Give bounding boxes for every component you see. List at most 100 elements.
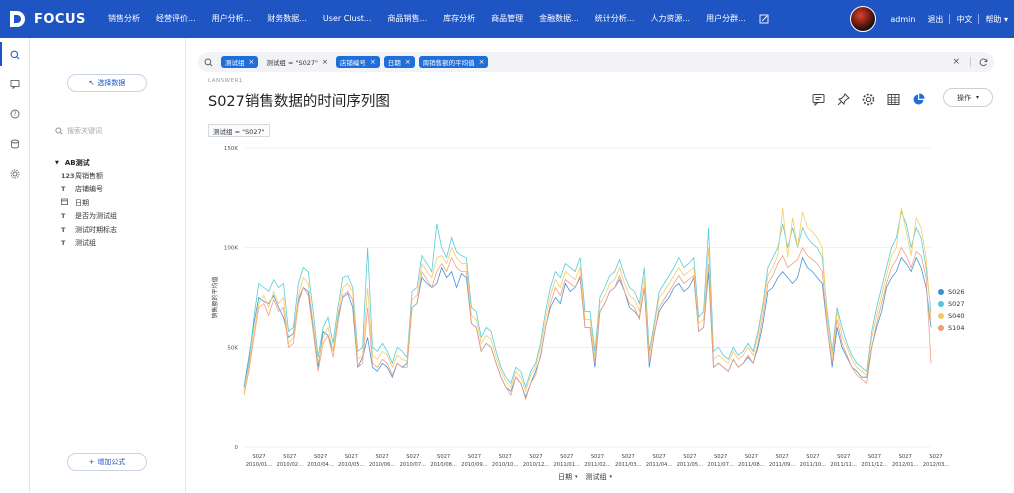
nav-item[interactable]: 金融数据...	[531, 0, 587, 38]
chart-legend: S026 S027 S040 S104	[938, 286, 965, 334]
rail-settings-button[interactable]	[0, 160, 30, 188]
logout-link[interactable]: 退出	[921, 14, 949, 25]
legend-swatch	[938, 289, 944, 295]
filter-chip[interactable]: 店铺编号 ×	[335, 56, 380, 68]
table-view-button[interactable]	[881, 90, 906, 108]
nav-item[interactable]: 财务数据...	[259, 0, 315, 38]
filter-chip[interactable]: 日期 ×	[383, 56, 415, 68]
x-tick-label-bottom: 2011/04...	[646, 462, 673, 468]
tree-group-label: AB测试	[64, 158, 90, 167]
search-icon	[10, 50, 20, 60]
x-axis-label-date[interactable]: 日期	[558, 472, 572, 482]
rail-message-button[interactable]	[0, 70, 30, 98]
focus-logo-icon	[10, 11, 25, 27]
filter-tag[interactable]: 测试组 = "S027"	[208, 124, 270, 137]
remove-chip-icon[interactable]: ×	[249, 58, 255, 66]
x-tick-label-bottom: 2010/08...	[430, 462, 457, 468]
language-link[interactable]: 中文	[950, 14, 978, 25]
x-tick-label-bottom: 2011/11...	[830, 462, 857, 468]
field-label: 周销售额	[75, 171, 103, 180]
legend-item[interactable]: S104	[938, 322, 965, 334]
x-tick-label-top: S027	[252, 454, 265, 460]
page-title: S027销售数据的时间序列图	[208, 94, 390, 110]
field-tree: ▼ AB测试 123 周销售额 T 店铺编号 日期 T 是否为测试组 T 测试时期标志 T 测试组	[55, 156, 185, 250]
chart-toolbar	[806, 90, 931, 108]
remove-chip-icon[interactable]: ×	[479, 58, 485, 66]
add-formula-button[interactable]: + 增加公式	[67, 453, 147, 471]
nav-item[interactable]: 人力资源...	[642, 0, 698, 38]
nav-item[interactable]: 销售分析	[100, 0, 148, 38]
remove-chip-icon[interactable]: ×	[370, 58, 376, 66]
rail-search-button[interactable]	[0, 41, 30, 69]
filter-chip[interactable]: 测试组 ×	[221, 56, 259, 68]
search-filter-bar[interactable]: 测试组 × 测试组 = "S027" × 店铺编号 × 日期 × 周销售额的平均值 × ×	[198, 52, 994, 72]
tree-group-ab-test[interactable]: ▼ AB测试	[55, 156, 185, 169]
x-tick-label-top: S027	[375, 454, 388, 460]
nav-item[interactable]: 用户分群...	[698, 0, 754, 38]
filter-chip[interactable]: 周销售额的平均值 ×	[418, 56, 489, 68]
username[interactable]: admin	[884, 15, 921, 24]
numeric-type-icon: 123	[61, 171, 75, 180]
y-tick-label: 100K	[224, 246, 238, 252]
legend-swatch	[938, 325, 944, 331]
nav-item[interactable]: 库存分析	[435, 0, 483, 38]
edit-icon	[759, 14, 769, 24]
nav-edit-button[interactable]	[754, 0, 774, 38]
nav-item[interactable]: 经营评价...	[148, 0, 204, 38]
x-tick-label-top: S027	[529, 454, 542, 460]
line-chart: 050K100K150K销售额的平均值›S0272010/01...S02720…	[211, 146, 950, 468]
nav-item[interactable]: 用户分析...	[204, 0, 260, 38]
legend-item[interactable]: S027	[938, 298, 965, 310]
avatar[interactable]	[850, 6, 877, 32]
select-data-button[interactable]: ↖ 选择数据	[67, 74, 147, 92]
clear-search-icon[interactable]: ×	[952, 57, 960, 67]
y-tick-label: 0	[235, 445, 239, 451]
x-tick-label-bottom: 2010/02...	[277, 462, 304, 468]
x-tick-label-bottom: 2012/03...	[923, 462, 950, 468]
settings-button[interactable]	[856, 90, 881, 108]
legend-item[interactable]: S026	[938, 286, 965, 298]
field-item[interactable]: T 测试时期标志	[55, 223, 185, 237]
left-rail: ?	[0, 38, 30, 493]
nav-item[interactable]: 商品销售...	[380, 0, 436, 38]
nav-item[interactable]: User Clust...	[315, 0, 380, 38]
x-tick-label-bottom: 2011/02...	[584, 462, 611, 468]
nav-item[interactable]: 统计分析...	[587, 0, 643, 38]
legend-item[interactable]: S040	[938, 310, 965, 322]
remove-chip-icon[interactable]: ×	[405, 58, 411, 66]
filter-chip[interactable]: 测试组 = "S027" ×	[262, 56, 331, 68]
y-axis-sort-icon[interactable]: ›	[215, 278, 217, 284]
field-item[interactable]: T 是否为测试组	[55, 210, 185, 224]
field-search-input[interactable]: 搜索关键词	[55, 124, 175, 138]
remove-chip-icon[interactable]: ×	[322, 58, 328, 66]
field-item[interactable]: 日期	[55, 196, 185, 210]
x-axis-title: 日期 ▾ 测试组 ▾	[558, 472, 615, 482]
svg-text:?: ?	[13, 111, 16, 118]
chart-type-button[interactable]	[906, 90, 931, 108]
comment-button[interactable]	[806, 90, 831, 108]
field-label: 测试组	[75, 239, 96, 248]
field-item[interactable]: 123 周销售额	[55, 169, 185, 183]
x-tick-label-top: S027	[314, 454, 327, 460]
rail-database-button[interactable]	[0, 130, 30, 158]
filter-chip-label: 店铺编号	[339, 59, 366, 67]
legend-swatch	[938, 313, 944, 319]
field-item[interactable]: T 测试组	[55, 237, 185, 251]
field-item[interactable]: T 店铺编号	[55, 183, 185, 197]
x-axis-label-group[interactable]: 测试组	[586, 472, 607, 482]
series-line-s040[interactable]	[243, 207, 932, 393]
x-tick-label-bottom: 2010/09...	[461, 462, 488, 468]
x-tick-label-top: S027	[929, 454, 942, 460]
filter-chip-label: 测试组 = "S027"	[266, 59, 318, 67]
refresh-icon[interactable]	[979, 58, 988, 67]
rail-help-button[interactable]: ?	[0, 100, 30, 128]
x-tick-label-bottom: 2011/12...	[861, 462, 888, 468]
pin-button[interactable]	[831, 90, 856, 108]
logo[interactable]: FOCUS	[0, 9, 100, 29]
operate-button[interactable]: 操作 ▾	[943, 88, 993, 107]
y-tick-label: 50K	[227, 345, 238, 351]
x-tick-label-bottom: 2011/01...	[553, 462, 580, 468]
help-link[interactable]: 帮助 ▾	[979, 14, 1014, 25]
nav-item[interactable]: 商品管理	[483, 0, 531, 38]
series-line-s027[interactable]	[243, 210, 932, 389]
